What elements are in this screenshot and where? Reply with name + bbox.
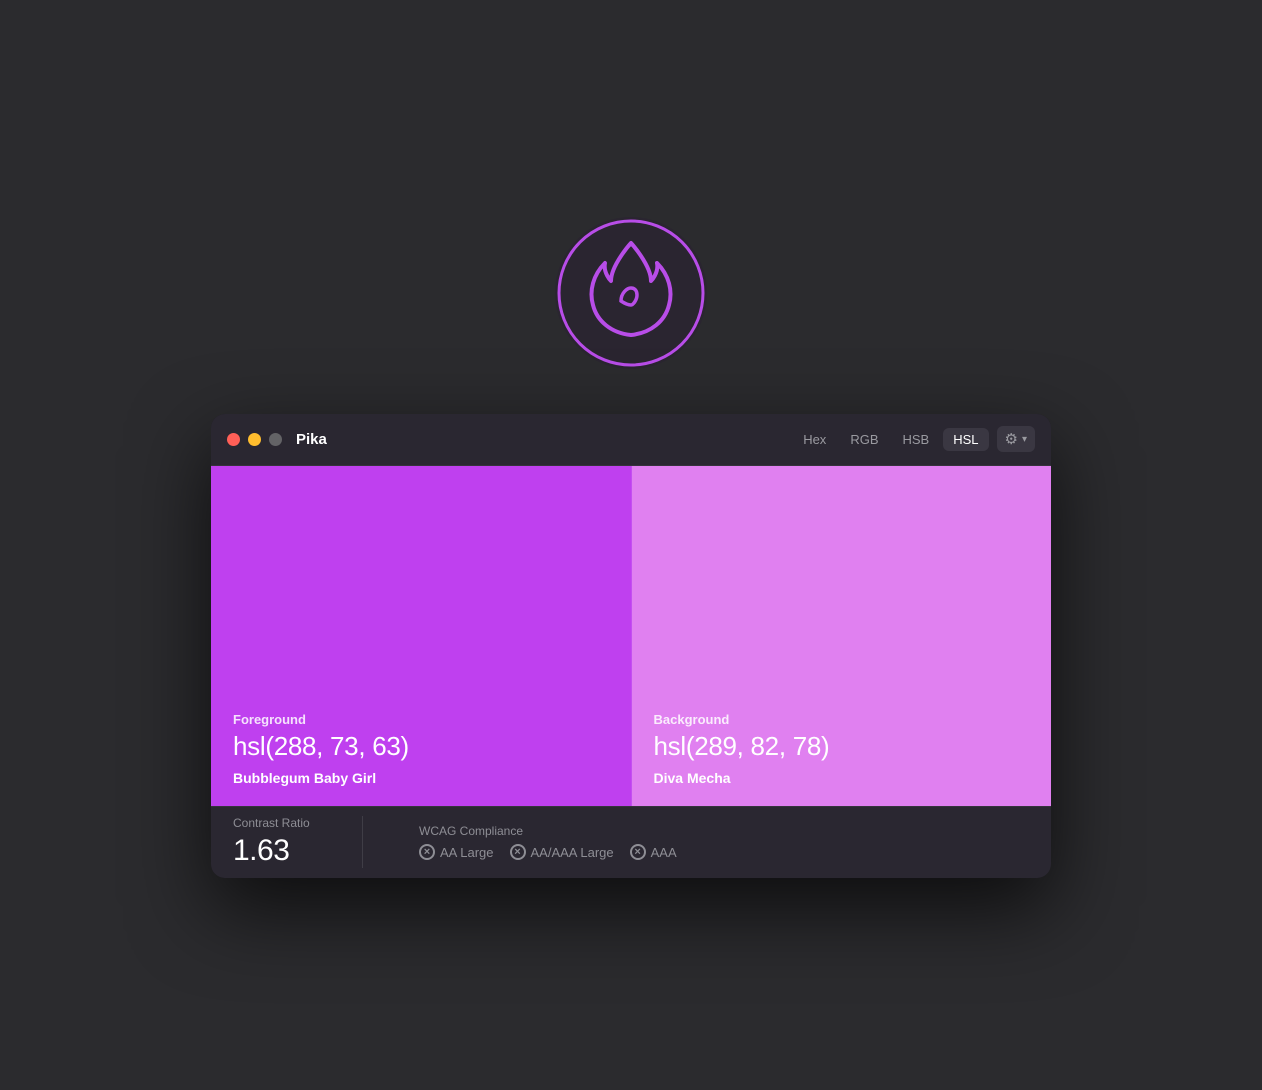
minimize-button[interactable]: [248, 433, 261, 446]
contrast-label: Contrast Ratio: [233, 816, 334, 830]
contrast-value: 1.63: [233, 834, 334, 868]
contrast-section: Contrast Ratio 1.63: [233, 816, 363, 868]
traffic-lights: [227, 433, 282, 446]
foreground-panel[interactable]: Foreground hsl(288, 73, 63) Bubblegum Ba…: [211, 466, 632, 806]
maximize-button[interactable]: [269, 433, 282, 446]
window-title: Pika: [296, 431, 793, 448]
fail-icon-aaa: [630, 844, 646, 860]
wcag-badge-aa-aaa-large: AA/AAA Large: [510, 844, 614, 860]
chevron-down-icon: ▾: [1022, 434, 1027, 445]
badge-label-aaa: AAA: [651, 845, 677, 860]
app-icon-container: [551, 213, 711, 378]
badge-label-aa-aaa-large: AA/AAA Large: [531, 845, 614, 860]
bottom-bar: Contrast Ratio 1.63 WCAG Compliance AA L…: [211, 806, 1051, 878]
foreground-name: Bubblegum Baby Girl: [233, 770, 609, 786]
wcag-badge-aa-large: AA Large: [419, 844, 494, 860]
titlebar: Pika Hex RGB HSB HSL ⚙ ▾: [211, 414, 1051, 466]
color-panels: Foreground hsl(288, 73, 63) Bubblegum Ba…: [211, 466, 1051, 806]
wcag-badge-aaa: AAA: [630, 844, 677, 860]
gear-icon: ⚙: [1005, 430, 1018, 448]
app-window: Pika Hex RGB HSB HSL ⚙ ▾ Foreground hsl(…: [211, 414, 1051, 878]
wcag-label: WCAG Compliance: [419, 824, 677, 838]
fail-icon-aa-large: [419, 844, 435, 860]
background-name: Diva Mecha: [654, 770, 1030, 786]
settings-button[interactable]: ⚙ ▾: [997, 426, 1035, 452]
tab-hsl[interactable]: HSL: [943, 428, 988, 451]
tab-hex[interactable]: Hex: [793, 428, 836, 451]
background-label: Background: [654, 712, 1030, 727]
background-value: hsl(289, 82, 78): [654, 731, 1030, 762]
tab-rgb[interactable]: RGB: [840, 428, 888, 451]
background-panel[interactable]: Background hsl(289, 82, 78) Diva Mecha: [632, 466, 1052, 806]
tab-hsb[interactable]: HSB: [892, 428, 939, 451]
badge-label-aa-large: AA Large: [440, 845, 494, 860]
close-button[interactable]: [227, 433, 240, 446]
wcag-badges: AA Large AA/AAA Large AAA: [419, 844, 677, 860]
foreground-label: Foreground: [233, 712, 609, 727]
fail-icon-aa-aaa-large: [510, 844, 526, 860]
foreground-value: hsl(288, 73, 63): [233, 731, 609, 762]
wcag-section: WCAG Compliance AA Large AA/AAA Large AA…: [399, 824, 677, 860]
app-icon: [551, 213, 711, 373]
format-tabs: Hex RGB HSB HSL: [793, 428, 988, 451]
